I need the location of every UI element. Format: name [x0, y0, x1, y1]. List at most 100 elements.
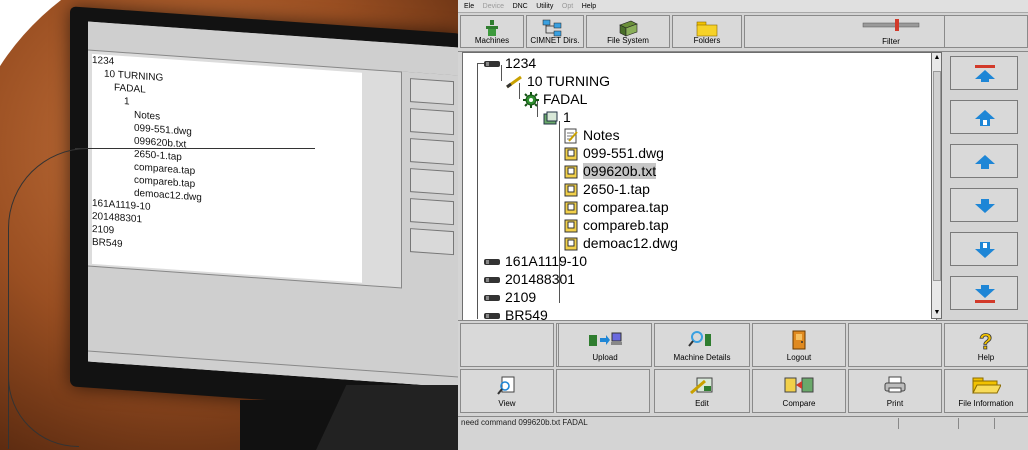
tree-file-item[interactable]: 2650-1.tap [563, 180, 650, 198]
upload-label: Upload [592, 353, 618, 362]
machine-details-label: Machine Details [673, 353, 731, 362]
filter-label: Filter [882, 37, 900, 46]
status-cell [994, 418, 1028, 429]
tree-node-label: BR549 [505, 307, 548, 321]
page-down-button[interactable] [950, 232, 1018, 266]
edit-pencil-icon [690, 377, 713, 395]
compare-button[interactable]: Compare [752, 369, 846, 413]
tree-file-item[interactable]: 099-551.dwg [563, 144, 664, 162]
machine-icon [486, 20, 498, 36]
program-folder-icon [543, 111, 558, 125]
up-button[interactable] [950, 144, 1018, 178]
lathe-icon [506, 76, 522, 89]
machines-button[interactable]: Machines [460, 15, 524, 48]
file-information-button[interactable]: File Information [944, 369, 1028, 413]
empty-slot [556, 369, 650, 413]
toolbar-right-panel [944, 15, 1028, 48]
magnifier-machine-icon [688, 331, 711, 347]
edit-label: Edit [695, 399, 709, 408]
menu-file[interactable]: Ele [464, 1, 474, 13]
tree-node-fadal[interactable]: FADAL [523, 90, 588, 109]
file-icon [564, 219, 578, 233]
tree-node-label: 2650-1.tap [583, 181, 650, 197]
upload-button[interactable]: Upload [558, 323, 652, 367]
down-arrow-icon [975, 199, 995, 213]
notes-icon [564, 128, 578, 144]
top-arrow-icon [975, 65, 995, 82]
menu-options[interactable]: Opt [562, 1, 573, 13]
tree-file-item[interactable]: compareb.tap [563, 216, 669, 234]
tree-node-label: 161A1119-10 [505, 253, 587, 269]
tree-node-label: compareb.tap [583, 217, 669, 233]
tree-node-turning[interactable]: 10 TURNING [505, 72, 610, 90]
tree-node-label: 099-551.dwg [583, 145, 664, 161]
tree-node-1234[interactable]: 1234 [483, 54, 536, 72]
view-magnifier-icon [497, 376, 515, 395]
tree-file-item[interactable]: demoac12.dwg [563, 234, 678, 252]
scroll-down-arrow-icon[interactable]: ▼ [933, 309, 941, 317]
tree-node-machine[interactable]: 161A1119-10 [483, 252, 587, 270]
view-button[interactable]: View [460, 369, 554, 413]
tree-node-machine[interactable]: BR549 [483, 306, 548, 321]
file-icon [564, 165, 578, 179]
tree-node-label: 1234 [505, 55, 537, 71]
toolbar: Machines CIMNET Dirs. File System Folder… [458, 13, 1028, 52]
status-text: need command 099620b.txt FADAL [461, 418, 588, 427]
view-label: View [498, 399, 516, 408]
open-folder-icon [972, 377, 1001, 394]
folders-button[interactable]: Folders [672, 15, 742, 48]
tree-node-machine[interactable]: 201488301 [483, 270, 575, 288]
tree-node-label: 2109 [505, 289, 537, 305]
edit-button[interactable]: Edit [654, 369, 750, 413]
scroll-bottom-button[interactable] [950, 276, 1018, 310]
file-cabinet-icon [619, 20, 638, 37]
status-cell [958, 418, 995, 429]
menu-dnc[interactable]: DNC [513, 1, 528, 13]
app-window: Ele Device DNC Utility Opt Help Machines… [458, 0, 1028, 450]
help-label: Help [977, 353, 995, 362]
page-up-button[interactable] [950, 100, 1018, 134]
svg-text:?: ? [979, 330, 992, 352]
print-label: Print [886, 399, 904, 408]
machine-node-icon [484, 61, 500, 68]
scroll-top-button[interactable] [950, 56, 1018, 90]
down-button[interactable] [950, 188, 1018, 222]
scroll-up-arrow-icon[interactable]: ▲ [933, 54, 941, 62]
print-button[interactable]: Print [848, 369, 942, 413]
compare-icon [784, 377, 814, 393]
tree-node-label: comparea.tap [583, 199, 669, 215]
machine-node-icon [484, 259, 500, 266]
machine-node-icon [484, 295, 500, 302]
tree-node-one[interactable]: 1 [543, 108, 571, 126]
file-system-button[interactable]: File System [586, 15, 670, 48]
help-button[interactable]: ? Help [944, 323, 1028, 367]
monitor-photo: 1234 10 TURNING FADAL 1 Notes 099-551.dw… [0, 0, 462, 450]
file-icon [564, 183, 578, 197]
menu-help[interactable]: Help [582, 1, 596, 13]
tree-scrollbar[interactable]: ▲ ▼ [931, 52, 942, 319]
tree-file-item-selected[interactable]: 099620b.txt [563, 162, 657, 180]
logout-button[interactable]: Logout [752, 323, 846, 367]
tree-node-label: FADAL [543, 91, 588, 107]
machine-details-button[interactable]: Machine Details [654, 323, 750, 367]
cimnet-dirs-label: CIMNET Dirs. [530, 36, 580, 45]
file-icon [564, 147, 578, 161]
filter-button[interactable]: Filter [838, 15, 944, 48]
tree-file-item[interactable]: comparea.tap [563, 198, 669, 216]
tree-node-machine[interactable]: 2109 [483, 288, 536, 306]
cimnet-dirs-button[interactable]: CIMNET Dirs. [526, 15, 584, 48]
file-tree: 1234 10 TURNING FADAL 1 Notes 099-551.dw… [462, 52, 937, 321]
compare-label: Compare [782, 399, 816, 408]
machines-label: Machines [474, 36, 510, 45]
file-icon [564, 237, 578, 251]
menu-utility[interactable]: Utility [536, 1, 553, 13]
tree-node-label: demoac12.dwg [583, 235, 678, 251]
scrollbar-thumb[interactable] [933, 71, 941, 281]
menu-device[interactable]: Device [483, 1, 504, 13]
menu-bar: Ele Device DNC Utility Opt Help [458, 0, 1028, 13]
logout-label: Logout [786, 353, 812, 362]
folder-icon [696, 21, 718, 37]
tree-node-notes[interactable]: Notes [563, 126, 620, 144]
door-icon [792, 330, 806, 350]
tree-guide [537, 101, 538, 117]
